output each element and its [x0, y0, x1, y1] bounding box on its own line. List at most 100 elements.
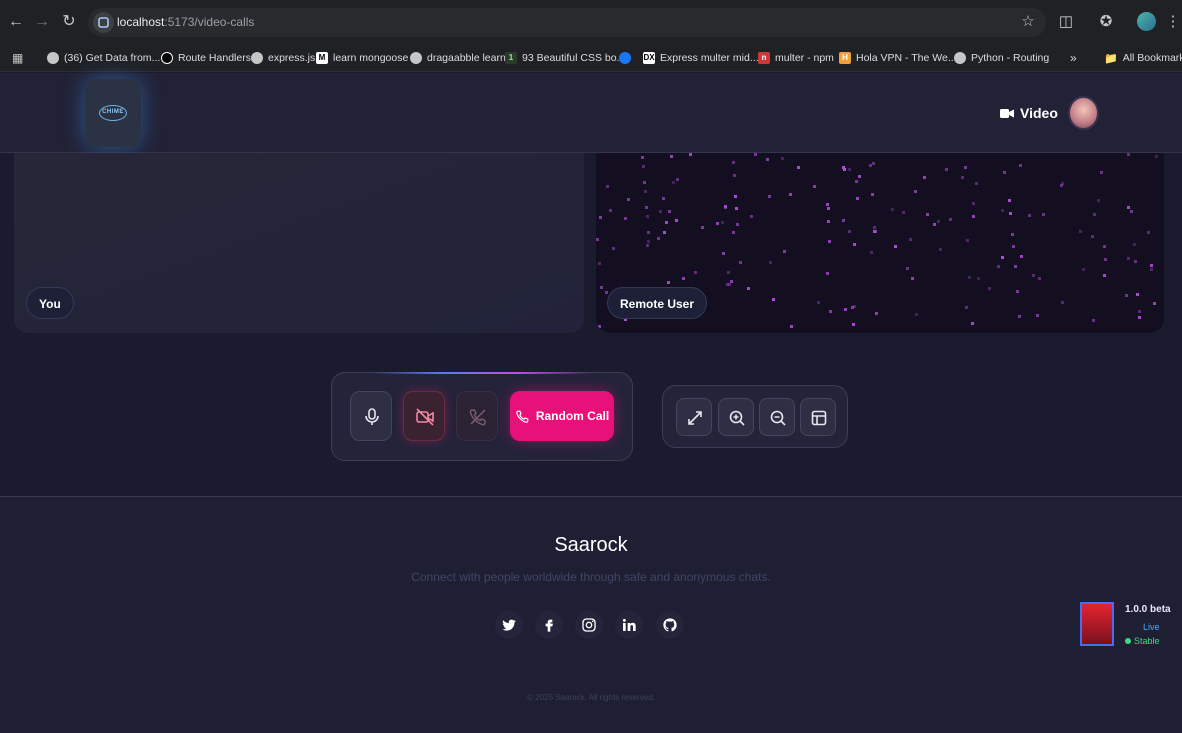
star-particle: [1020, 255, 1023, 258]
bookmarks-overflow-button[interactable]: »: [1070, 50, 1077, 66]
star-particle: [766, 158, 769, 161]
star-particle: [641, 156, 644, 159]
bookmark-item[interactable]: n multer - npm: [758, 50, 834, 66]
forward-arrow-icon[interactable]: →: [32, 12, 52, 32]
back-arrow-icon[interactable]: ←: [6, 12, 26, 32]
extensions-icon[interactable]: ◫: [1056, 12, 1076, 32]
star-particle: [599, 216, 602, 219]
star-particle: [968, 276, 971, 279]
fullscreen-button[interactable]: [676, 398, 712, 436]
profile-avatar-icon[interactable]: [1137, 12, 1156, 31]
star-particle: [1155, 155, 1158, 158]
bookmark-item[interactable]: DX Express multer mid...: [643, 50, 759, 66]
star-particle: [856, 197, 859, 200]
bookmark-item[interactable]: dragaabble learn: [410, 50, 506, 66]
video-nav-label: Video: [1020, 105, 1058, 121]
user-avatar[interactable]: [1068, 96, 1099, 130]
star-particle: [783, 250, 786, 253]
github-link[interactable]: [656, 611, 684, 639]
menu-kebab-icon[interactable]: ⋮: [1163, 12, 1182, 32]
stable-status: Stable: [1125, 636, 1160, 646]
instagram-link[interactable]: [575, 611, 603, 639]
url-host: localhost: [117, 15, 165, 29]
star-particle: [646, 244, 649, 247]
apps-grid-icon[interactable]: ▦: [12, 50, 23, 66]
video-nav-link[interactable]: Video: [1000, 105, 1058, 121]
facebook-icon: [619, 52, 631, 64]
star-particle: [872, 162, 875, 165]
bookmark-label: Hola VPN - The We...: [856, 52, 957, 64]
star-particle: [732, 231, 735, 234]
star-particle: [689, 153, 692, 156]
star-particle: [667, 281, 670, 284]
remote-video-tile: Remote User: [596, 153, 1164, 333]
end-call-button[interactable]: [456, 391, 498, 441]
bookmark-item[interactable]: Route Handlers: [161, 50, 251, 66]
star-particle: [724, 206, 727, 209]
star-particle: [858, 175, 861, 178]
star-particle: [817, 301, 820, 304]
reload-icon[interactable]: ↻: [59, 12, 79, 32]
star-particle: [874, 230, 877, 233]
star-particle: [965, 306, 968, 309]
star-icon[interactable]: ☆: [1018, 12, 1038, 32]
url-text[interactable]: localhost:5173/video-calls: [117, 15, 254, 29]
app-logo[interactable]: CHIME: [85, 79, 141, 147]
version-badge: 1.0.0 beta Live Stable: [1080, 600, 1180, 650]
social-links: [495, 611, 685, 641]
random-call-button[interactable]: Random Call: [510, 391, 614, 441]
bookmark-item[interactable]: (36) Get Data from...: [47, 50, 160, 66]
random-call-label: Random Call: [535, 409, 610, 423]
medium-icon: M: [316, 52, 328, 64]
globe-icon: [954, 52, 966, 64]
zoom-in-button[interactable]: [718, 398, 754, 436]
microphone-button[interactable]: [350, 391, 392, 441]
linkedin-link[interactable]: [615, 611, 643, 639]
layout-icon: [811, 410, 827, 426]
twitter-link[interactable]: [495, 611, 523, 639]
bookmark-item[interactable]: 1 93 Beautiful CSS bo...: [505, 50, 625, 66]
globe-icon: [251, 52, 263, 64]
star-particle: [1104, 258, 1107, 261]
star-particle: [873, 226, 876, 229]
star-particle: [949, 218, 952, 221]
bookmarks-bar: ▦ (36) Get Data from... Route Handlers e…: [0, 44, 1182, 72]
camera-toggle-button[interactable]: [403, 391, 445, 441]
bookmark-label: learn mongoose: [333, 52, 409, 64]
call-controls: Random Call: [331, 372, 633, 461]
star-particle: [997, 265, 1000, 268]
star-particle: [730, 280, 733, 283]
star-particle: [598, 262, 601, 265]
address-bar[interactable]: localhost:5173/video-calls ☆: [88, 8, 1046, 37]
site-info-icon[interactable]: [93, 12, 114, 33]
all-bookmarks-button[interactable]: 📁 All Bookmarks: [1104, 50, 1182, 66]
bookmarks-star-icon[interactable]: ✪: [1096, 12, 1116, 32]
star-particle: [1028, 214, 1031, 217]
bookmark-item[interactable]: [619, 50, 631, 66]
star-particle: [871, 193, 874, 196]
star-particle: [670, 155, 673, 158]
star-particle: [721, 221, 724, 224]
star-particle: [733, 174, 736, 177]
npm-icon: n: [758, 52, 770, 64]
zoom-out-button[interactable]: [759, 398, 795, 436]
url-path: :5173/video-calls: [164, 15, 255, 29]
star-particle: [1014, 265, 1017, 268]
star-particle: [906, 267, 909, 270]
star-particle: [754, 153, 757, 156]
folder-icon: 📁: [1104, 52, 1118, 65]
star-particle: [852, 323, 855, 326]
bookmark-item[interactable]: express.js: [251, 50, 315, 66]
zoom-out-icon: [770, 410, 786, 426]
bookmark-item[interactable]: H Hola VPN - The We...: [839, 50, 957, 66]
star-particle: [735, 207, 738, 210]
microphone-icon: [365, 408, 379, 425]
star-particle: [972, 202, 975, 205]
facebook-link[interactable]: [535, 611, 563, 639]
layout-button[interactable]: [800, 398, 836, 436]
live-status: Live: [1143, 622, 1160, 632]
bookmark-label: multer - npm: [775, 52, 834, 64]
star-particle: [732, 161, 735, 164]
bookmark-item[interactable]: Mlearn mongoose: [316, 50, 408, 66]
bookmark-item[interactable]: Python - Routing: [954, 50, 1049, 66]
